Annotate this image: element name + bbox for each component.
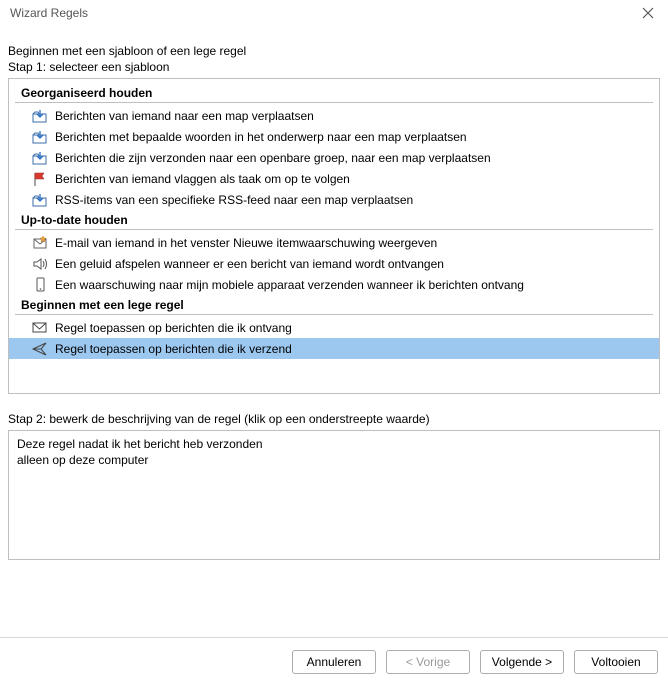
- move-to-folder-icon: [31, 192, 49, 208]
- group-header-organized: Georganiseerd houden: [15, 84, 653, 103]
- template-label: Berichten van iemand naar een map verpla…: [55, 109, 314, 123]
- mobile-icon: [31, 277, 49, 293]
- back-button: < Vorige: [386, 650, 470, 674]
- template-new-item-alert[interactable]: E-mail van iemand in het venster Nieuwe …: [9, 232, 659, 253]
- speaker-icon: [31, 256, 49, 272]
- step2-label: Stap 2: bewerk de beschrijving van de re…: [8, 412, 660, 426]
- template-move-subject-words[interactable]: Berichten met bepaalde woorden in het on…: [9, 126, 659, 147]
- template-mobile-alert[interactable]: Een waarschuwing naar mijn mobiele appar…: [9, 274, 659, 295]
- cancel-button[interactable]: Annuleren: [292, 650, 376, 674]
- template-blank-send[interactable]: Regel toepassen op berichten die ik verz…: [9, 338, 659, 359]
- template-play-sound[interactable]: Een geluid afspelen wanneer er een beric…: [9, 253, 659, 274]
- description-line: Deze regel nadat ik het bericht heb verz…: [17, 437, 651, 451]
- rule-description-box[interactable]: Deze regel nadat ik het bericht heb verz…: [8, 430, 660, 560]
- templates-listbox[interactable]: Georganiseerd houden Berichten van ieman…: [8, 78, 660, 394]
- titlebar: Wizard Regels: [0, 0, 668, 26]
- template-label: Een waarschuwing naar mijn mobiele appar…: [55, 278, 524, 292]
- template-move-from-sender[interactable]: Berichten van iemand naar een map verpla…: [9, 105, 659, 126]
- flag-icon: [31, 171, 49, 187]
- template-label: Regel toepassen op berichten die ik ontv…: [55, 321, 292, 335]
- move-to-folder-icon: [31, 129, 49, 145]
- template-label: Regel toepassen op berichten die ik verz…: [55, 342, 292, 356]
- window-title: Wizard Regels: [10, 6, 88, 20]
- template-label: Een geluid afspelen wanneer er een beric…: [55, 257, 444, 271]
- group-header-uptodate: Up-to-date houden: [15, 211, 653, 230]
- template-flag-from-sender[interactable]: Berichten van iemand vlaggen als taak om…: [9, 168, 659, 189]
- template-label: RSS-items van een specifieke RSS-feed na…: [55, 193, 413, 207]
- template-label: Berichten met bepaalde woorden in het on…: [55, 130, 467, 144]
- template-move-public-group[interactable]: Berichten die zijn verzonden naar een op…: [9, 147, 659, 168]
- send-icon: [31, 341, 49, 357]
- template-label: Berichten die zijn verzonden naar een op…: [55, 151, 491, 165]
- template-blank-receive[interactable]: Regel toepassen op berichten die ik ontv…: [9, 317, 659, 338]
- next-button[interactable]: Volgende >: [480, 650, 564, 674]
- intro-text: Beginnen met een sjabloon of een lege re…: [8, 44, 660, 58]
- finish-button[interactable]: Voltooien: [574, 650, 658, 674]
- move-to-folder-icon: [31, 108, 49, 124]
- envelope-icon: [31, 320, 49, 336]
- description-line: alleen op deze computer: [17, 453, 651, 467]
- template-move-rss[interactable]: RSS-items van een specifieke RSS-feed na…: [9, 189, 659, 210]
- template-label: E-mail van iemand in het venster Nieuwe …: [55, 236, 437, 250]
- move-to-folder-icon: [31, 150, 49, 166]
- alert-star-icon: [31, 235, 49, 251]
- button-bar: Annuleren < Vorige Volgende > Voltooien: [0, 637, 668, 686]
- group-header-blank: Beginnen met een lege regel: [15, 296, 653, 315]
- step1-label: Stap 1: selecteer een sjabloon: [8, 60, 660, 74]
- close-icon[interactable]: [638, 7, 658, 19]
- template-label: Berichten van iemand vlaggen als taak om…: [55, 172, 350, 186]
